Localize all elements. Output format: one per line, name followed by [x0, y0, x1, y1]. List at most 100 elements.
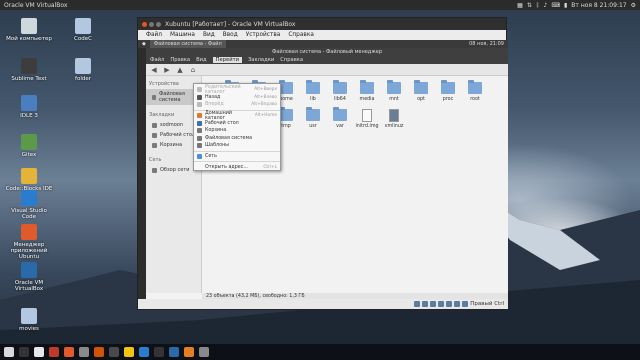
up-arrow-icon[interactable]: ▲	[176, 66, 184, 74]
battery-icon[interactable]: ▮	[564, 2, 567, 9]
desktop-icon-virtualbox[interactable]: Oracle VM VirtualBox	[4, 262, 54, 292]
go-menu-item[interactable]: Открыть адрес... Ctrl+L	[194, 163, 280, 171]
shared-folder-icon[interactable]	[446, 301, 453, 307]
folder-item[interactable]: opt	[409, 80, 433, 102]
fm-menu-item[interactable]: Закладки	[248, 57, 274, 63]
file-item[interactable]: vmlinuz	[382, 109, 406, 129]
bluetooth-icon[interactable]: ᛒ	[536, 2, 540, 9]
go-menu-item[interactable]: Рабочий стол	[194, 119, 280, 127]
go-menu-item[interactable]: Шаблоны	[194, 142, 280, 150]
go-menu-item[interactable]: Домашний каталог Alt+Home	[194, 111, 280, 121]
desktop-icon-gitex[interactable]: Gitex	[4, 134, 54, 158]
virtualbox-icon[interactable]	[169, 347, 179, 357]
fm-menu-item[interactable]: Перейти	[212, 57, 242, 63]
folder-item[interactable]: usr	[301, 107, 325, 129]
menu-item-label: Вперёд	[205, 102, 224, 108]
network-icon[interactable]: ⇅	[527, 2, 532, 9]
settings-icon[interactable]	[79, 347, 89, 357]
window-titlebar[interactable]: Xubuntu [Работает] - Oracle VM VirtualBo…	[138, 18, 506, 30]
desktop-icon-codec[interactable]: CodeC	[58, 18, 108, 42]
desktop-icon-app-manager[interactable]: Менеджер приложений Ubuntu	[4, 224, 54, 260]
folder-item[interactable]: lib	[301, 80, 325, 102]
browser-icon[interactable]	[184, 347, 194, 357]
place-icon	[152, 94, 156, 100]
vbox-menu-item[interactable]: Устройства	[246, 32, 281, 38]
guest-screen[interactable]: ◆ Файловая система - Файл 08 ноя, 21:09 …	[138, 40, 508, 301]
terminal-icon[interactable]	[19, 347, 29, 357]
folder-icon	[279, 107, 293, 121]
folder-item[interactable]: proc	[436, 80, 460, 102]
files-icon[interactable]	[4, 347, 14, 357]
menu-item-label: Сеть	[205, 154, 217, 160]
menu-item-label: Корзина	[205, 128, 227, 134]
desktop-icon-vscode[interactable]: Visual Studio Code	[4, 190, 54, 220]
trash-icon[interactable]	[199, 347, 209, 357]
mouse-integration-icon[interactable]	[462, 301, 469, 307]
desktop-icon-my-computer[interactable]: Мой компьютер	[4, 18, 54, 42]
fm-menu-item[interactable]: Вид	[196, 57, 207, 63]
vbox-menu-item[interactable]: Вид	[203, 32, 215, 38]
usb-icon[interactable]	[430, 301, 437, 307]
go-menu-item[interactable]: Сеть	[194, 153, 280, 161]
desktop-icon-label: CodeC	[74, 36, 92, 42]
vbox-menu-item[interactable]: Ввод	[223, 32, 238, 38]
menu-item-label: Рабочий стол	[205, 120, 239, 126]
desktop-icon-folder[interactable]: folder	[58, 58, 108, 82]
home-icon[interactable]: ⌂	[189, 66, 197, 74]
volume-icon[interactable]: ♪	[543, 2, 547, 9]
fm-menu-item[interactable]: Справка	[280, 57, 303, 63]
desktop-icon-movies[interactable]: movies	[4, 308, 54, 332]
close-icon[interactable]	[142, 21, 147, 27]
forward-arrow-icon[interactable]: ▶	[163, 66, 171, 74]
media-player-icon[interactable]	[94, 347, 104, 357]
code-icon[interactable]	[139, 347, 149, 357]
guest-clock[interactable]: 08 ноя, 21:09	[469, 41, 504, 47]
network-adapter-icon[interactable]	[438, 301, 445, 307]
desktop-icon-code-blocks[interactable]: Code::Blocks IDE	[4, 168, 54, 192]
desktop-icon-label: IDLE 3	[20, 113, 38, 119]
movies-icon	[21, 308, 37, 324]
sublime-icon[interactable]	[109, 347, 119, 357]
guest-taskbar-tab[interactable]: Файловая система - Файл	[149, 40, 226, 48]
go-menu-item[interactable]: Корзина	[194, 127, 280, 135]
file-label: mnt	[389, 97, 399, 102]
place-icon	[152, 132, 157, 138]
vbox-menu-item[interactable]: Файл	[146, 32, 162, 38]
desktop-icon-idle[interactable]: IDLE 3	[4, 95, 54, 119]
back-arrow-icon[interactable]: ◀	[150, 66, 158, 74]
software-center-icon[interactable]	[64, 347, 74, 357]
clock[interactable]: Вт ноя 8 21:09:17	[571, 2, 626, 9]
vbox-menu-item[interactable]: Справка	[288, 32, 314, 38]
dropbox-icon[interactable]: ▦	[517, 2, 523, 9]
hdd-icon[interactable]	[414, 301, 421, 307]
desktop-icon-sublime[interactable]: Sublime Text	[4, 58, 54, 82]
minimize-icon[interactable]	[149, 21, 154, 27]
keyboard-icon[interactable]: ⌨	[551, 2, 560, 9]
optical-drive-icon[interactable]	[422, 301, 429, 307]
place-icon	[152, 167, 157, 173]
file-item[interactable]: initrd.img	[355, 109, 379, 129]
folder-item[interactable]: lib64	[328, 80, 352, 102]
python-icon[interactable]	[124, 347, 134, 357]
folder-item[interactable]: var	[328, 107, 352, 129]
display-icon[interactable]	[454, 301, 461, 307]
fm-menu-item[interactable]: Файл	[150, 57, 164, 63]
fm-menu-item[interactable]: Правка	[170, 57, 190, 63]
folder-item[interactable]: root	[463, 80, 487, 102]
maximize-icon[interactable]	[156, 21, 161, 27]
file-label: lib	[310, 97, 316, 102]
go-menu-item[interactable]: Файловая система	[194, 135, 280, 143]
file-label: opt	[417, 97, 425, 102]
folder-item[interactable]: media	[355, 80, 379, 102]
folder-item[interactable]: mnt	[382, 80, 406, 102]
menu-separator	[194, 150, 280, 152]
applications-icon[interactable]: ◆	[142, 41, 146, 47]
go-menu-item[interactable]: Назад Alt+Влево	[194, 94, 280, 102]
gear-icon[interactable]: ⚙	[631, 2, 636, 9]
menu-item-label: Родительский каталог	[205, 84, 241, 95]
menu-item-icon	[197, 135, 202, 141]
vbox-menu-item[interactable]: Машина	[170, 32, 195, 38]
terminal2-icon[interactable]	[154, 347, 164, 357]
text-editor-icon[interactable]	[34, 347, 44, 357]
system-monitor-icon[interactable]	[49, 347, 59, 357]
